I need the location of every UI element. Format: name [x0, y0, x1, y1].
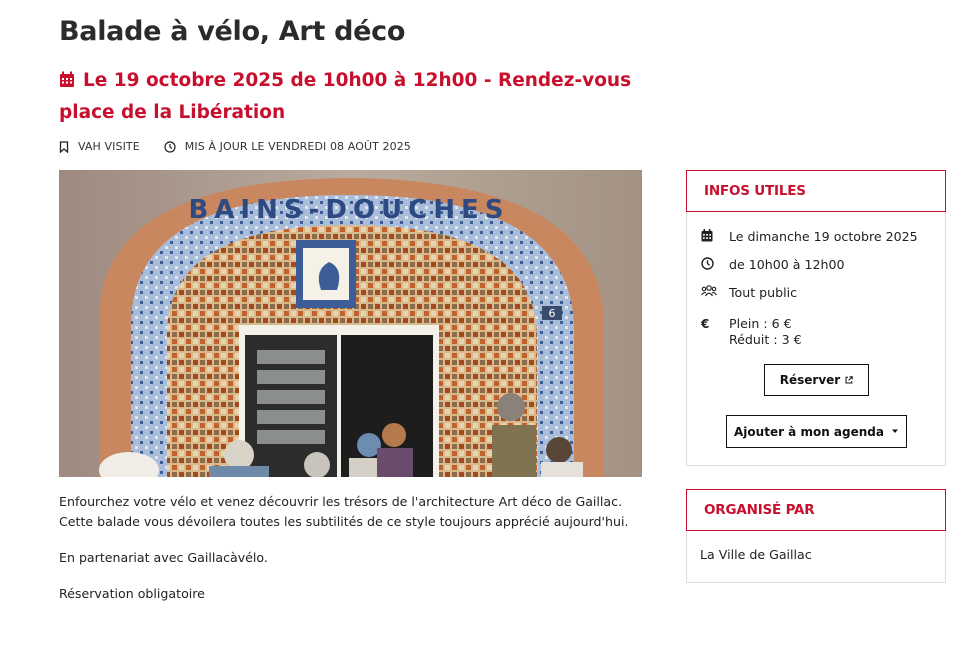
event-date-text: Le 19 octobre 2025 de 10h00 à 12h00 - Re…: [59, 70, 632, 123]
info-time: de 10h00 à 12h00: [687, 257, 845, 273]
updated-date: MIS À JOUR LE VENDREDI 08 AOÛT 2025: [164, 140, 411, 153]
external-link-icon: [845, 376, 853, 384]
info-prices-text: Plein : 6 € Réduit : 3 €: [729, 316, 802, 348]
add-to-agenda-button[interactable]: Ajouter à mon agenda: [726, 415, 907, 448]
reserve-button[interactable]: Réserver: [764, 364, 869, 396]
hero-inscription: BAINS-DOUCHES: [188, 195, 509, 225]
calendar-icon: [687, 229, 729, 242]
calendar-icon: [59, 68, 75, 98]
description-paragraph: Réservation obligatoire: [59, 586, 205, 601]
info-prices: € Plein : 6 € Réduit : 3 €: [687, 316, 802, 348]
infos-panel-title: INFOS UTILES: [686, 170, 946, 212]
updated-label: MIS À JOUR LE VENDREDI 08 AOÛT 2025: [184, 140, 411, 153]
page-title: Balade à vélo, Art déco: [59, 16, 406, 47]
organizer-name: La Ville de Gaillac: [700, 547, 812, 562]
info-audience: Tout public: [687, 285, 797, 301]
info-audience-text: Tout public: [729, 285, 798, 300]
price-full: Plein : 6 €: [729, 316, 792, 331]
clock-icon: [164, 140, 176, 153]
euro-icon: €: [701, 317, 710, 331]
description-paragraph: Enfourchez votre vélo et venez découvrir…: [59, 494, 629, 529]
price-reduced: Réduit : 3 €: [729, 332, 802, 347]
info-time-text: de 10h00 à 12h00: [729, 257, 845, 272]
infos-panel: INFOS UTILES Le dimanche 19 octobre 2025…: [686, 170, 946, 466]
bookmark-icon: [59, 140, 69, 153]
category-label: VAH VISITE: [78, 140, 140, 153]
add-to-agenda-label: Ajouter à mon agenda: [734, 424, 884, 439]
description-paragraph: En partenariat avec Gaillacàvélo.: [59, 550, 268, 565]
organizer-panel-title: ORGANISÉ PAR: [686, 489, 946, 531]
people-icon: [687, 285, 729, 297]
category-tag[interactable]: VAH VISITE: [59, 140, 140, 153]
clock-icon: [687, 257, 729, 270]
event-description: Enfourchez votre vélo et venez découvrir…: [59, 492, 639, 620]
hero-image: 6 BAINS-DOUCHES: [59, 170, 642, 477]
info-date-text: Le dimanche 19 octobre 2025: [729, 229, 918, 244]
event-date-heading: Le 19 octobre 2025 de 10h00 à 12h00 - Re…: [59, 66, 649, 128]
reserve-label: Réserver: [779, 373, 841, 387]
article-meta: VAH VISITE MIS À JOUR LE VENDREDI 08 AOÛ…: [59, 140, 435, 153]
door-number: 6: [549, 307, 556, 320]
info-date: Le dimanche 19 octobre 2025: [687, 229, 918, 245]
caret-down-icon: [891, 429, 898, 433]
organizer-panel: ORGANISÉ PAR La Ville de Gaillac: [686, 489, 946, 583]
